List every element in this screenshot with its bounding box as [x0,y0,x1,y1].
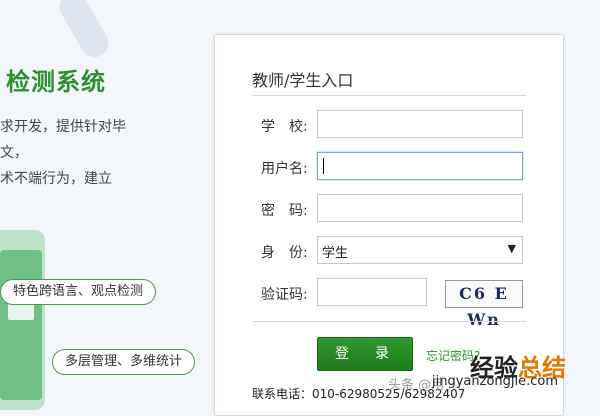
role-label: 身 份: [261,245,308,261]
school-input[interactable] [317,110,523,138]
password-input[interactable] [317,194,523,222]
panel-title: 教师/学生入口 [252,71,354,90]
password-label: 密 码: [261,203,308,219]
hero-desc-line: 术不端行为，建立 [0,171,112,187]
username-input[interactable] [317,152,523,180]
captcha-label: 验证码: [261,287,308,303]
captcha-row: 验证码: C6 E Wn [215,278,563,329]
decorative-shape [54,0,114,63]
divider [252,95,526,96]
text-caret [323,158,324,174]
hero-desc-line: 求开发，提供针对毕 [0,119,126,135]
password-row: 密 码: [215,194,563,224]
feature-pill-management: 多层管理、多维统计 [52,349,196,375]
watermark: 经验总结 头条 @用 jingyanzongjie.com [378,346,600,400]
dropdown-arrow-icon: ▼ [507,242,516,255]
role-select[interactable]: 学生 ▼ [317,236,523,264]
hero-description: 求开发，提供针对毕 文， 术不端行为，建立 [0,114,200,192]
captcha-input[interactable] [317,278,427,306]
hero-section: 检测系统 求开发，提供针对毕 文， 术不端行为，建立 特色跨语言、观点检测 多层… [0,0,210,410]
hero-title: 检测系统 [6,68,106,96]
feature-pill-crosslang: 特色跨语言、观点检测 [0,279,157,305]
role-selected-value: 学生 [322,246,349,261]
captcha-image[interactable]: C6 E Wn [445,280,523,329]
school-row: 学 校: [215,110,563,140]
divider [252,321,526,322]
username-row: 用户名: [215,152,563,182]
hero-desc-line: 文， [0,145,28,161]
role-row: 身 份: 学生 ▼ [215,236,563,266]
illustration-screen [0,250,42,400]
school-label: 学 校: [261,119,308,135]
username-label: 用户名: [261,161,308,177]
watermark-url: jingyanzongjie.com [432,374,559,389]
